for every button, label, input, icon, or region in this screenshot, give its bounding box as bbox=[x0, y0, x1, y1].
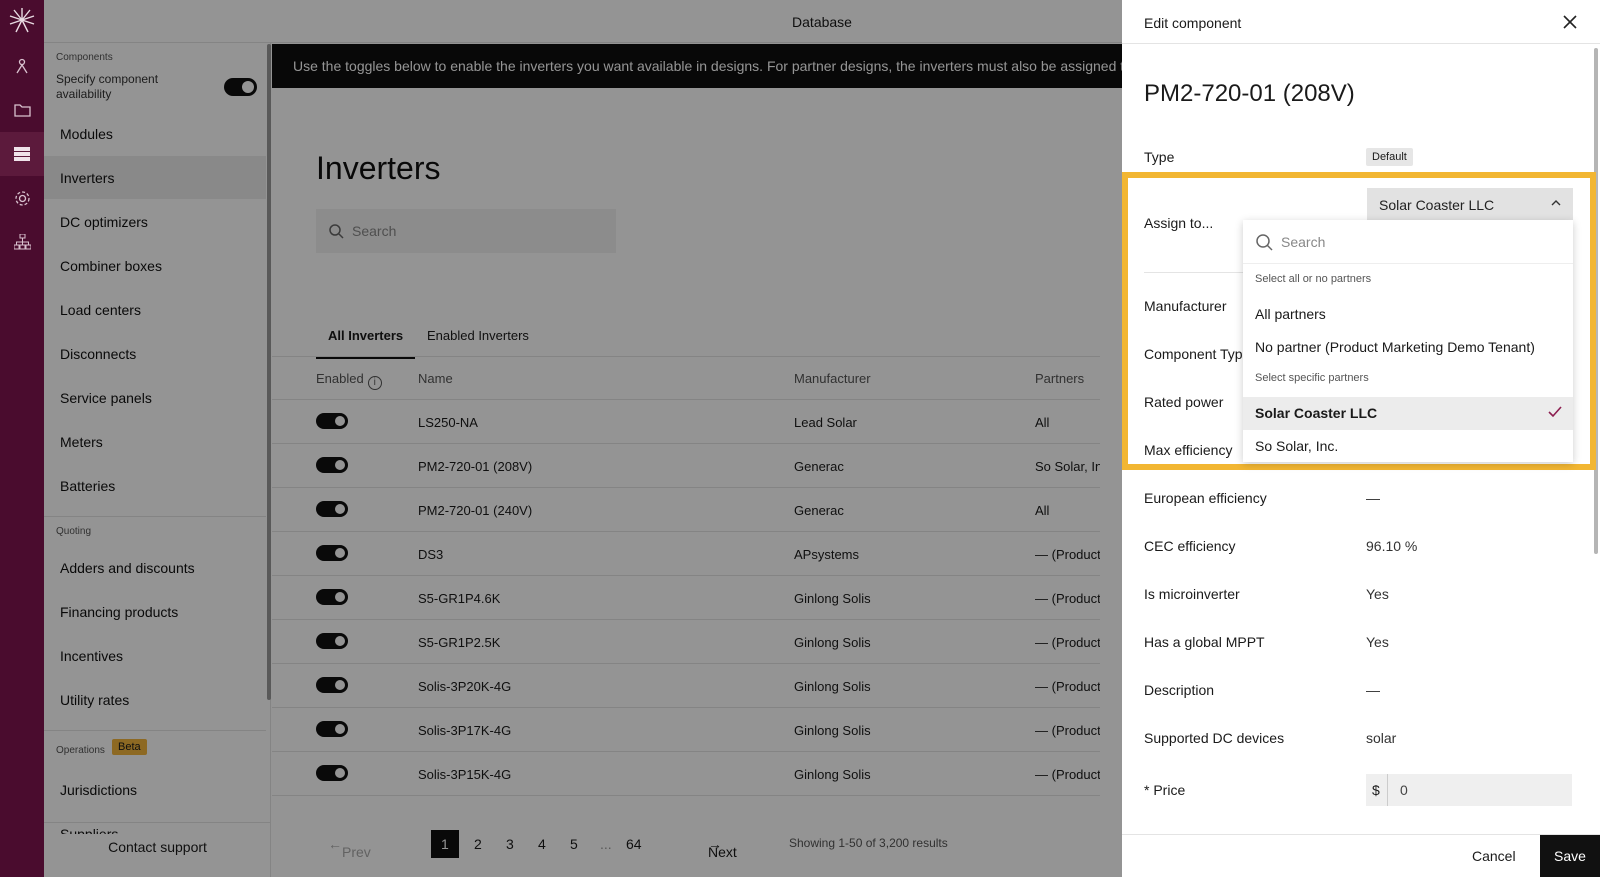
drawer-header-title: Edit component bbox=[1144, 15, 1242, 31]
close-icon[interactable] bbox=[1560, 12, 1580, 32]
cancel-button[interactable]: Cancel bbox=[1472, 848, 1516, 864]
price-input[interactable]: $ 0 bbox=[1366, 774, 1572, 806]
option-no-partner[interactable]: No partner (Product Marketing Demo Tenan… bbox=[1243, 331, 1573, 364]
dropdown-search-input[interactable]: Search bbox=[1243, 220, 1573, 264]
field-label: European efficiency bbox=[1144, 490, 1267, 506]
field-label: Has a global MPPT bbox=[1144, 634, 1265, 650]
assign-select-value: Solar Coaster LLC bbox=[1379, 197, 1495, 213]
drawer-header: Edit component bbox=[1122, 0, 1600, 44]
price-label: * Price bbox=[1144, 782, 1186, 798]
person-icon[interactable] bbox=[12, 56, 32, 76]
logo-icon[interactable] bbox=[8, 6, 36, 34]
partner-dropdown: Search Select all or no partners All par… bbox=[1243, 220, 1573, 462]
assign-select[interactable]: Solar Coaster LLC bbox=[1367, 188, 1573, 220]
save-button[interactable]: Save bbox=[1540, 835, 1600, 877]
field-value: — bbox=[1366, 682, 1380, 698]
field-label: CEC efficiency bbox=[1144, 538, 1236, 554]
drawer-footer: Cancel Save bbox=[1122, 834, 1600, 877]
check-icon bbox=[1548, 406, 1562, 418]
field-label: Description bbox=[1144, 682, 1215, 698]
modal-overlay[interactable] bbox=[44, 0, 1122, 877]
gear-icon[interactable] bbox=[12, 188, 32, 208]
currency-symbol: $ bbox=[1366, 774, 1388, 806]
folder-icon[interactable] bbox=[12, 100, 32, 120]
dropdown-search-placeholder: Search bbox=[1281, 233, 1326, 250]
field-label: Is microinverter bbox=[1144, 586, 1240, 602]
field-label: Supported DC devices bbox=[1144, 730, 1285, 746]
group-label: Select all or no partners bbox=[1255, 273, 1372, 285]
org-chart-icon[interactable] bbox=[12, 232, 32, 252]
option-solar-coaster[interactable]: Solar Coaster LLC bbox=[1243, 397, 1573, 430]
option-so-solar[interactable]: So Solar, Inc. bbox=[1243, 430, 1573, 463]
chevron-up-icon bbox=[1551, 200, 1561, 206]
type-label: Type bbox=[1144, 149, 1175, 165]
field-value: 96.10 % bbox=[1366, 538, 1418, 554]
price-value: 0 bbox=[1400, 782, 1408, 798]
group-label: Select specific partners bbox=[1255, 372, 1369, 384]
app-rail bbox=[0, 0, 44, 877]
field-value: Yes bbox=[1366, 586, 1389, 602]
type-badge: Default bbox=[1366, 148, 1413, 166]
search-icon bbox=[1256, 233, 1273, 251]
option-label: Solar Coaster LLC bbox=[1255, 405, 1378, 421]
component-title: PM2-720-01 (208V) bbox=[1144, 80, 1355, 107]
field-value: Yes bbox=[1366, 634, 1389, 650]
database-icon[interactable] bbox=[0, 132, 44, 176]
field-value: solar bbox=[1366, 730, 1397, 746]
field-value: — bbox=[1366, 490, 1380, 506]
option-all-partners[interactable]: All partners bbox=[1243, 298, 1573, 331]
